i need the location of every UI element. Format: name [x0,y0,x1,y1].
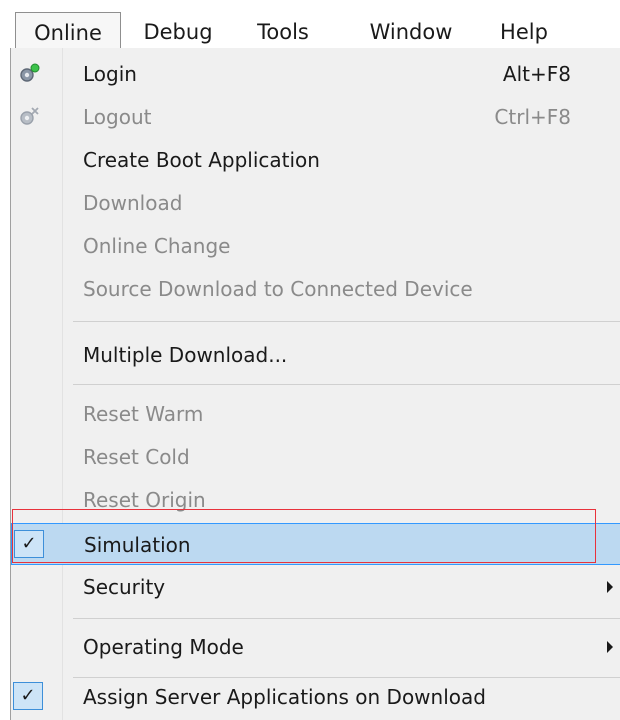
menu-help[interactable]: Help [488,12,560,48]
menu-item-reset-origin[interactable]: Reset Origin [11,479,620,521]
menu-item-label: Logout [83,105,152,129]
menu-item-label: Operating Mode [83,635,244,659]
menu-item-reset-warm[interactable]: Reset Warm [11,393,620,435]
menu-item-multiple-download[interactable]: Multiple Download... [11,334,620,376]
checkmark-icon: ✓ [14,530,44,558]
menu-item-label: Login [83,62,137,86]
menu-item-label: Reset Warm [83,402,204,426]
menu-item-label: Security [83,575,166,599]
menu-item-label: Download [83,191,183,215]
menu-separator [73,384,620,385]
menu-item-assign-server-applications[interactable]: ✓ Assign Server Applications on Download [11,676,620,718]
menu-item-label: Reset Origin [83,488,206,512]
menu-item-download[interactable]: Download [11,182,620,224]
menu-tools[interactable]: Tools [240,12,326,48]
menu-item-shortcut: Ctrl+F8 [494,105,571,129]
menu-item-operating-mode[interactable]: Operating Mode [11,626,620,668]
menu-item-label: Online Change [83,234,231,258]
menu-item-logout[interactable]: Logout Ctrl+F8 [11,96,620,138]
menu-item-online-change[interactable]: Online Change [11,225,620,267]
online-dropdown-menu: Login Alt+F8 Logout Ctrl+F8 Create Boot … [10,48,620,720]
menu-item-label: Create Boot Application [83,148,320,172]
menu-bar: Online Debug Tools Window Help [0,0,620,48]
menu-item-label: Source Download to Connected Device [83,277,473,301]
menu-item-simulation[interactable]: ✓ Simulation [11,523,620,565]
menu-item-label: Assign Server Applications on Download [83,685,486,709]
menu-item-source-download[interactable]: Source Download to Connected Device [11,268,620,310]
menu-item-label: Simulation [84,533,191,557]
menu-item-create-boot-application[interactable]: Create Boot Application [11,139,620,181]
submenu-arrow-icon [607,641,613,653]
menu-item-login[interactable]: Login Alt+F8 [11,53,620,95]
menu-window[interactable]: Window [352,12,470,48]
menu-online[interactable]: Online [15,12,121,48]
login-gear-icon [20,63,40,82]
menu-debug[interactable]: Debug [130,12,226,48]
menu-item-shortcut: Alt+F8 [502,62,571,86]
menu-separator [73,321,620,322]
menu-item-label: Multiple Download... [83,343,288,367]
checkmark-icon: ✓ [13,682,43,710]
logout-gear-icon [20,107,39,125]
menu-item-label: Reset Cold [83,445,190,469]
submenu-arrow-icon [607,581,613,593]
menu-item-reset-cold[interactable]: Reset Cold [11,436,620,478]
menu-item-security[interactable]: Security [11,566,620,608]
menu-separator [73,618,620,619]
